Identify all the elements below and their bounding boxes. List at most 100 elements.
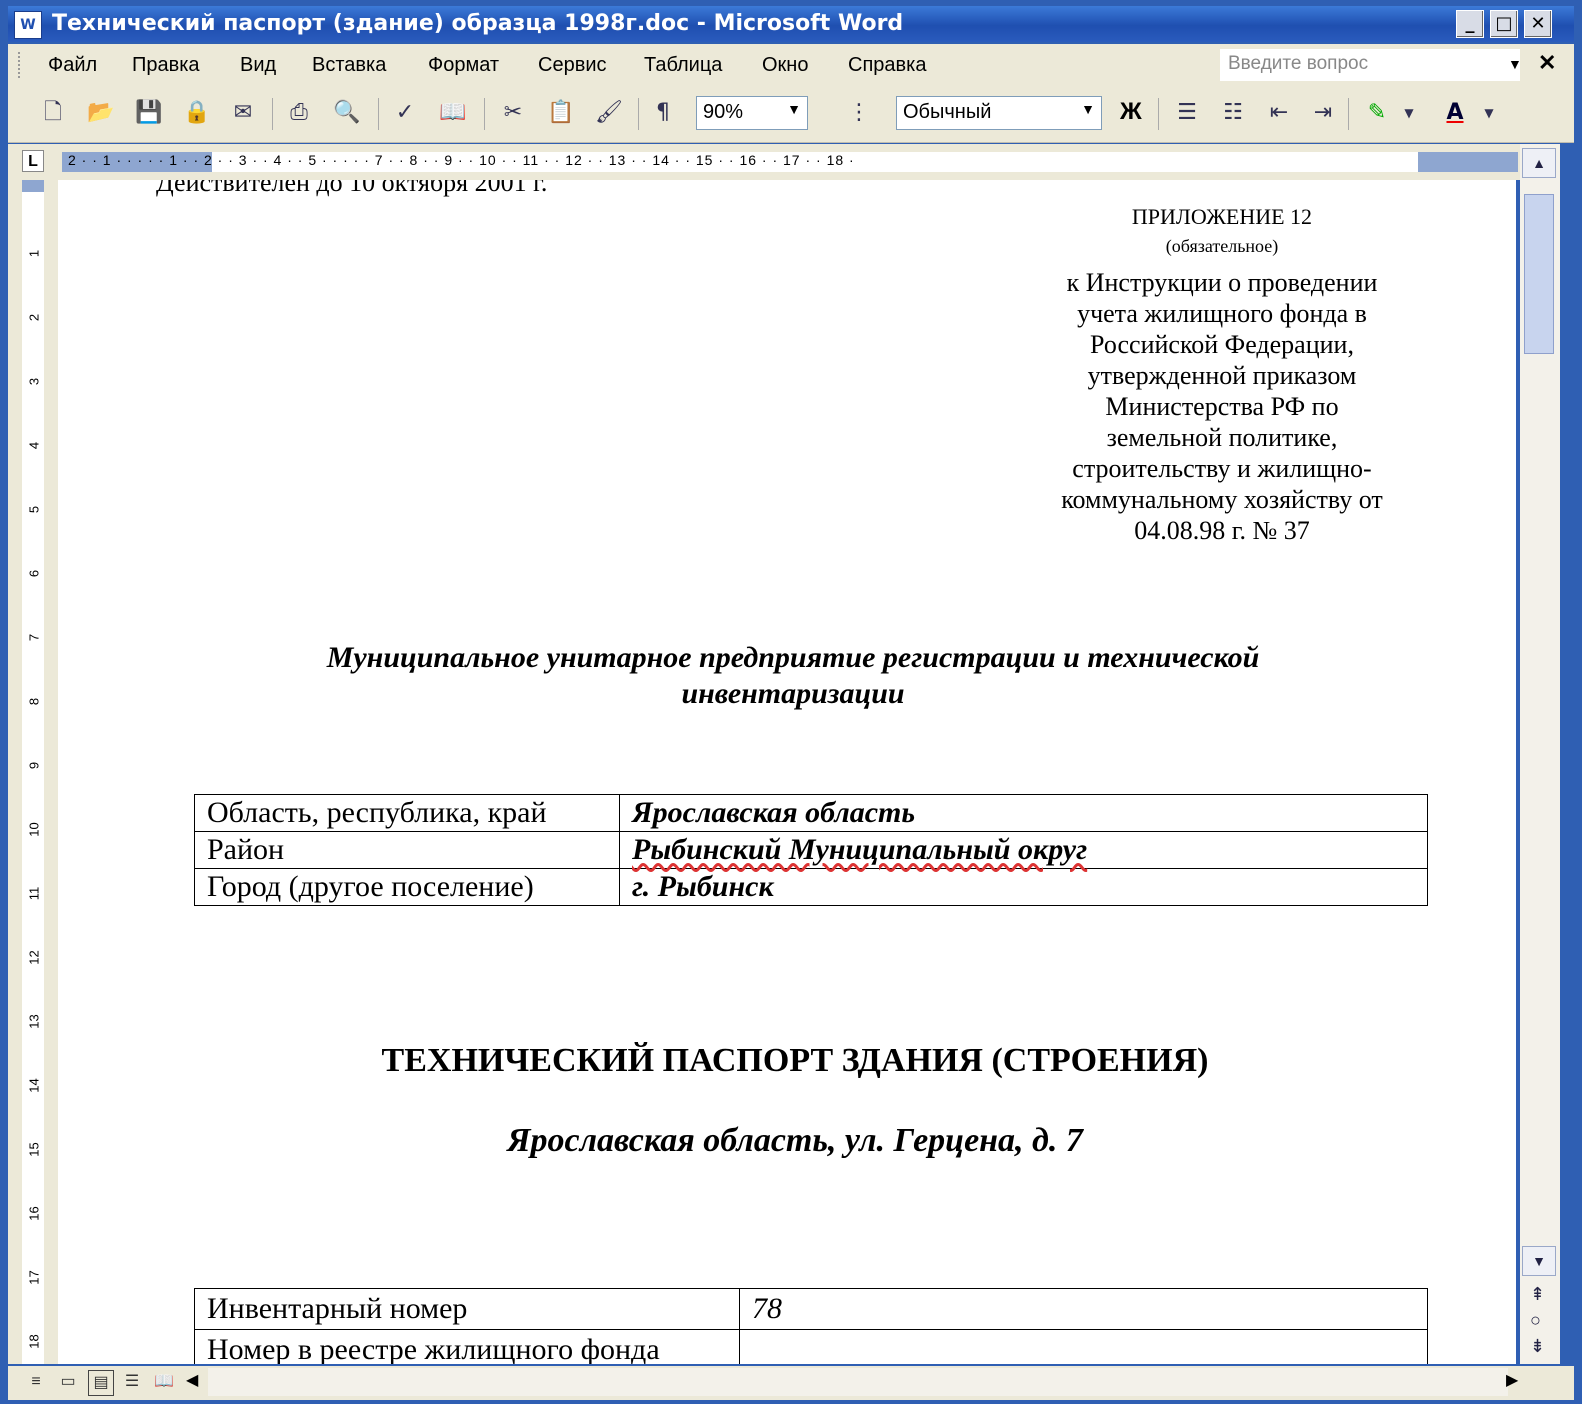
web-view-icon[interactable]: ▭ [56, 1370, 80, 1394]
minimize-button[interactable]: _ [1456, 10, 1484, 38]
menu-table[interactable]: Таблица [644, 54, 722, 77]
bullets-icon[interactable]: ☷ [1218, 98, 1248, 128]
title-bar[interactable]: W Технический паспорт (здание) образца 1… [8, 6, 1574, 42]
vruler-number: 6 [26, 569, 42, 578]
menu-window[interactable]: Окно [762, 54, 808, 77]
scroll-down-icon[interactable]: ▼ [1522, 1246, 1556, 1276]
main-title: ТЕХНИЧЕСКИЙ ПАСПОРТ ЗДАНИЯ (СТРОЕНИЯ) [381, 1042, 1209, 1079]
document-page[interactable]: Действителен до 10 октября 2001 г. ПРИЛО… [58, 180, 1516, 1364]
table-row: Город (другое поселение) г. Рыбинск [194, 868, 1428, 906]
decrease-indent-icon[interactable]: ⇤ [1264, 98, 1294, 128]
vertical-scrollbar[interactable]: ▲ ▼ ⇞ ○ ⇟ [1520, 144, 1560, 1364]
spelling-icon[interactable]: ✓ [390, 98, 420, 128]
close-button[interactable]: ✕ [1524, 10, 1552, 38]
vruler-number: 13 [26, 1014, 42, 1029]
new-icon[interactable]: 🗋 [38, 98, 68, 128]
menu-edit[interactable]: Правка [132, 54, 200, 77]
scroll-thumb[interactable] [1524, 194, 1554, 354]
spellcheck-flagged-text: Рыбинский Муниципальный округ [632, 833, 1088, 866]
menu-file[interactable]: Файл [48, 54, 97, 77]
numbering-icon[interactable]: ☰ [1172, 98, 1202, 128]
menu-bar: Файл Правка Вид Вставка Формат Сервис Та… [8, 44, 1574, 86]
outline-view-icon[interactable]: ☰ [120, 1370, 144, 1394]
print-icon[interactable]: ⎙ [284, 98, 314, 128]
chevron-down-icon[interactable]: ▼ [1394, 98, 1424, 128]
table-cell-value[interactable]: Ярославская область [619, 794, 1428, 832]
format-painter-icon[interactable]: 🖌 [594, 98, 624, 128]
scroll-right-icon[interactable]: ▶ [1506, 1370, 1518, 1390]
vruler-top-margin [22, 180, 44, 192]
table-cell-value[interactable] [739, 1329, 1428, 1364]
chevron-down-icon[interactable]: ▼ [1081, 101, 1095, 117]
toolbar-options-icon[interactable]: ⋮ [844, 98, 874, 128]
scroll-left-icon[interactable]: ◀ [186, 1370, 198, 1390]
close-document-icon[interactable]: ✕ [1538, 50, 1556, 76]
permission-icon[interactable]: 🔒 [182, 98, 212, 128]
tab-selector[interactable]: L [22, 150, 44, 172]
mail-icon[interactable]: ✉ [228, 98, 258, 128]
location-table: Область, республика, край Ярославская об… [194, 794, 1428, 906]
chevron-down-icon[interactable]: ▼ [1508, 56, 1522, 72]
table-cell-label[interactable]: Район [194, 831, 620, 869]
paragraph-mark-icon[interactable]: ¶ [648, 98, 678, 128]
vruler-number: 1 [26, 249, 42, 258]
table-row: Инвентарный номер 78 [194, 1288, 1428, 1330]
increase-indent-icon[interactable]: ⇥ [1308, 98, 1338, 128]
horizontal-scrollbar[interactable] [208, 1368, 1508, 1396]
table-cell-label[interactable]: Номер в реестре жилищного фонда [194, 1329, 740, 1364]
scroll-up-icon[interactable]: ▲ [1522, 148, 1556, 178]
bottom-bar: ≡ ▭ ▤ ☰ 📖 ◀ ▶ [8, 1366, 1574, 1400]
table-cell-label[interactable]: Область, республика, край [194, 794, 620, 832]
table-row: Район Рыбинский Муниципальный округ [194, 831, 1428, 869]
print-preview-icon[interactable]: 🔍 [332, 98, 362, 128]
table-cell-value[interactable]: г. Рыбинск [619, 868, 1428, 906]
formatting-toolbar: 🗋 📂 💾 🔒 ✉ ⎙ 🔍 ✓ 📖 ✂ 📋 🖌 ¶ 90% ▼ ⋮ Обычны… [8, 86, 1574, 143]
table-cell-label[interactable]: Инвентарный номер [194, 1288, 740, 1330]
table-row: Номер в реестре жилищного фонда [194, 1329, 1428, 1364]
vertical-ruler[interactable]: 1 2 3 4 5 6 7 8 9 10 11 12 13 14 15 16 1… [8, 180, 58, 1364]
copy-icon[interactable]: 📋 [546, 98, 576, 128]
toolbar-separator [272, 98, 273, 130]
zoom-value: 90% [703, 101, 744, 123]
save-icon[interactable]: 💾 [134, 98, 164, 128]
horizontal-ruler[interactable]: L 2 · · 1 · · · · · 1 · · 2 · · 3 · · 4 … [8, 144, 1520, 180]
chevron-down-icon[interactable]: ▼ [1474, 98, 1504, 128]
vruler-number: 10 [26, 822, 42, 837]
word-app-icon[interactable]: W [14, 11, 42, 39]
table-cell-value[interactable]: Рыбинский Муниципальный округ [619, 831, 1428, 869]
select-browse-object-icon[interactable]: ○ [1530, 1310, 1541, 1331]
menu-format[interactable]: Формат [428, 54, 499, 77]
style-select[interactable]: Обычный ▼ [896, 96, 1102, 130]
bold-button[interactable]: Ж [1120, 98, 1142, 126]
vruler-number: 11 [26, 886, 42, 901]
menu-view[interactable]: Вид [240, 54, 276, 77]
next-page-icon[interactable]: ⇟ [1530, 1336, 1545, 1357]
appendix-block: ПРИЛОЖЕНИЕ 12 (обязательное) к Инструкци… [1018, 204, 1426, 546]
menu-insert[interactable]: Вставка [312, 54, 386, 77]
research-icon[interactable]: 📖 [438, 98, 468, 128]
open-icon[interactable]: 📂 [86, 98, 116, 128]
previous-page-icon[interactable]: ⇞ [1530, 1284, 1545, 1305]
address-line: Ярославская область, ул. Герцена, д. 7 [507, 1122, 1083, 1159]
cut-icon[interactable]: ✂ [498, 98, 528, 128]
maximize-button[interactable]: □ [1490, 10, 1518, 38]
table-cell-label[interactable]: Город (другое поселение) [194, 868, 620, 906]
toolbar-separator [1158, 98, 1159, 130]
table-cell-value[interactable]: 78 [739, 1288, 1428, 1330]
chevron-down-icon[interactable]: ▼ [787, 101, 801, 117]
print-layout-icon[interactable]: ▤ [88, 1370, 114, 1396]
menu-grip[interactable] [18, 52, 24, 78]
vruler-number: 17 [26, 1270, 42, 1285]
reading-view-icon[interactable]: 📖 [152, 1370, 176, 1394]
vruler-number: 3 [26, 377, 42, 386]
ask-question-input[interactable]: Введите вопрос [1220, 49, 1520, 81]
normal-view-icon[interactable]: ≡ [24, 1370, 48, 1394]
vruler-number: 7 [26, 633, 42, 642]
zoom-select[interactable]: 90% ▼ [696, 96, 808, 130]
menu-help[interactable]: Справка [848, 54, 926, 77]
toolbar-separator [378, 98, 379, 130]
vruler-number: 5 [26, 505, 42, 514]
font-color-icon[interactable]: A [1440, 98, 1470, 128]
menu-tools[interactable]: Сервис [538, 54, 607, 77]
highlight-icon[interactable]: ✎ [1362, 98, 1392, 128]
